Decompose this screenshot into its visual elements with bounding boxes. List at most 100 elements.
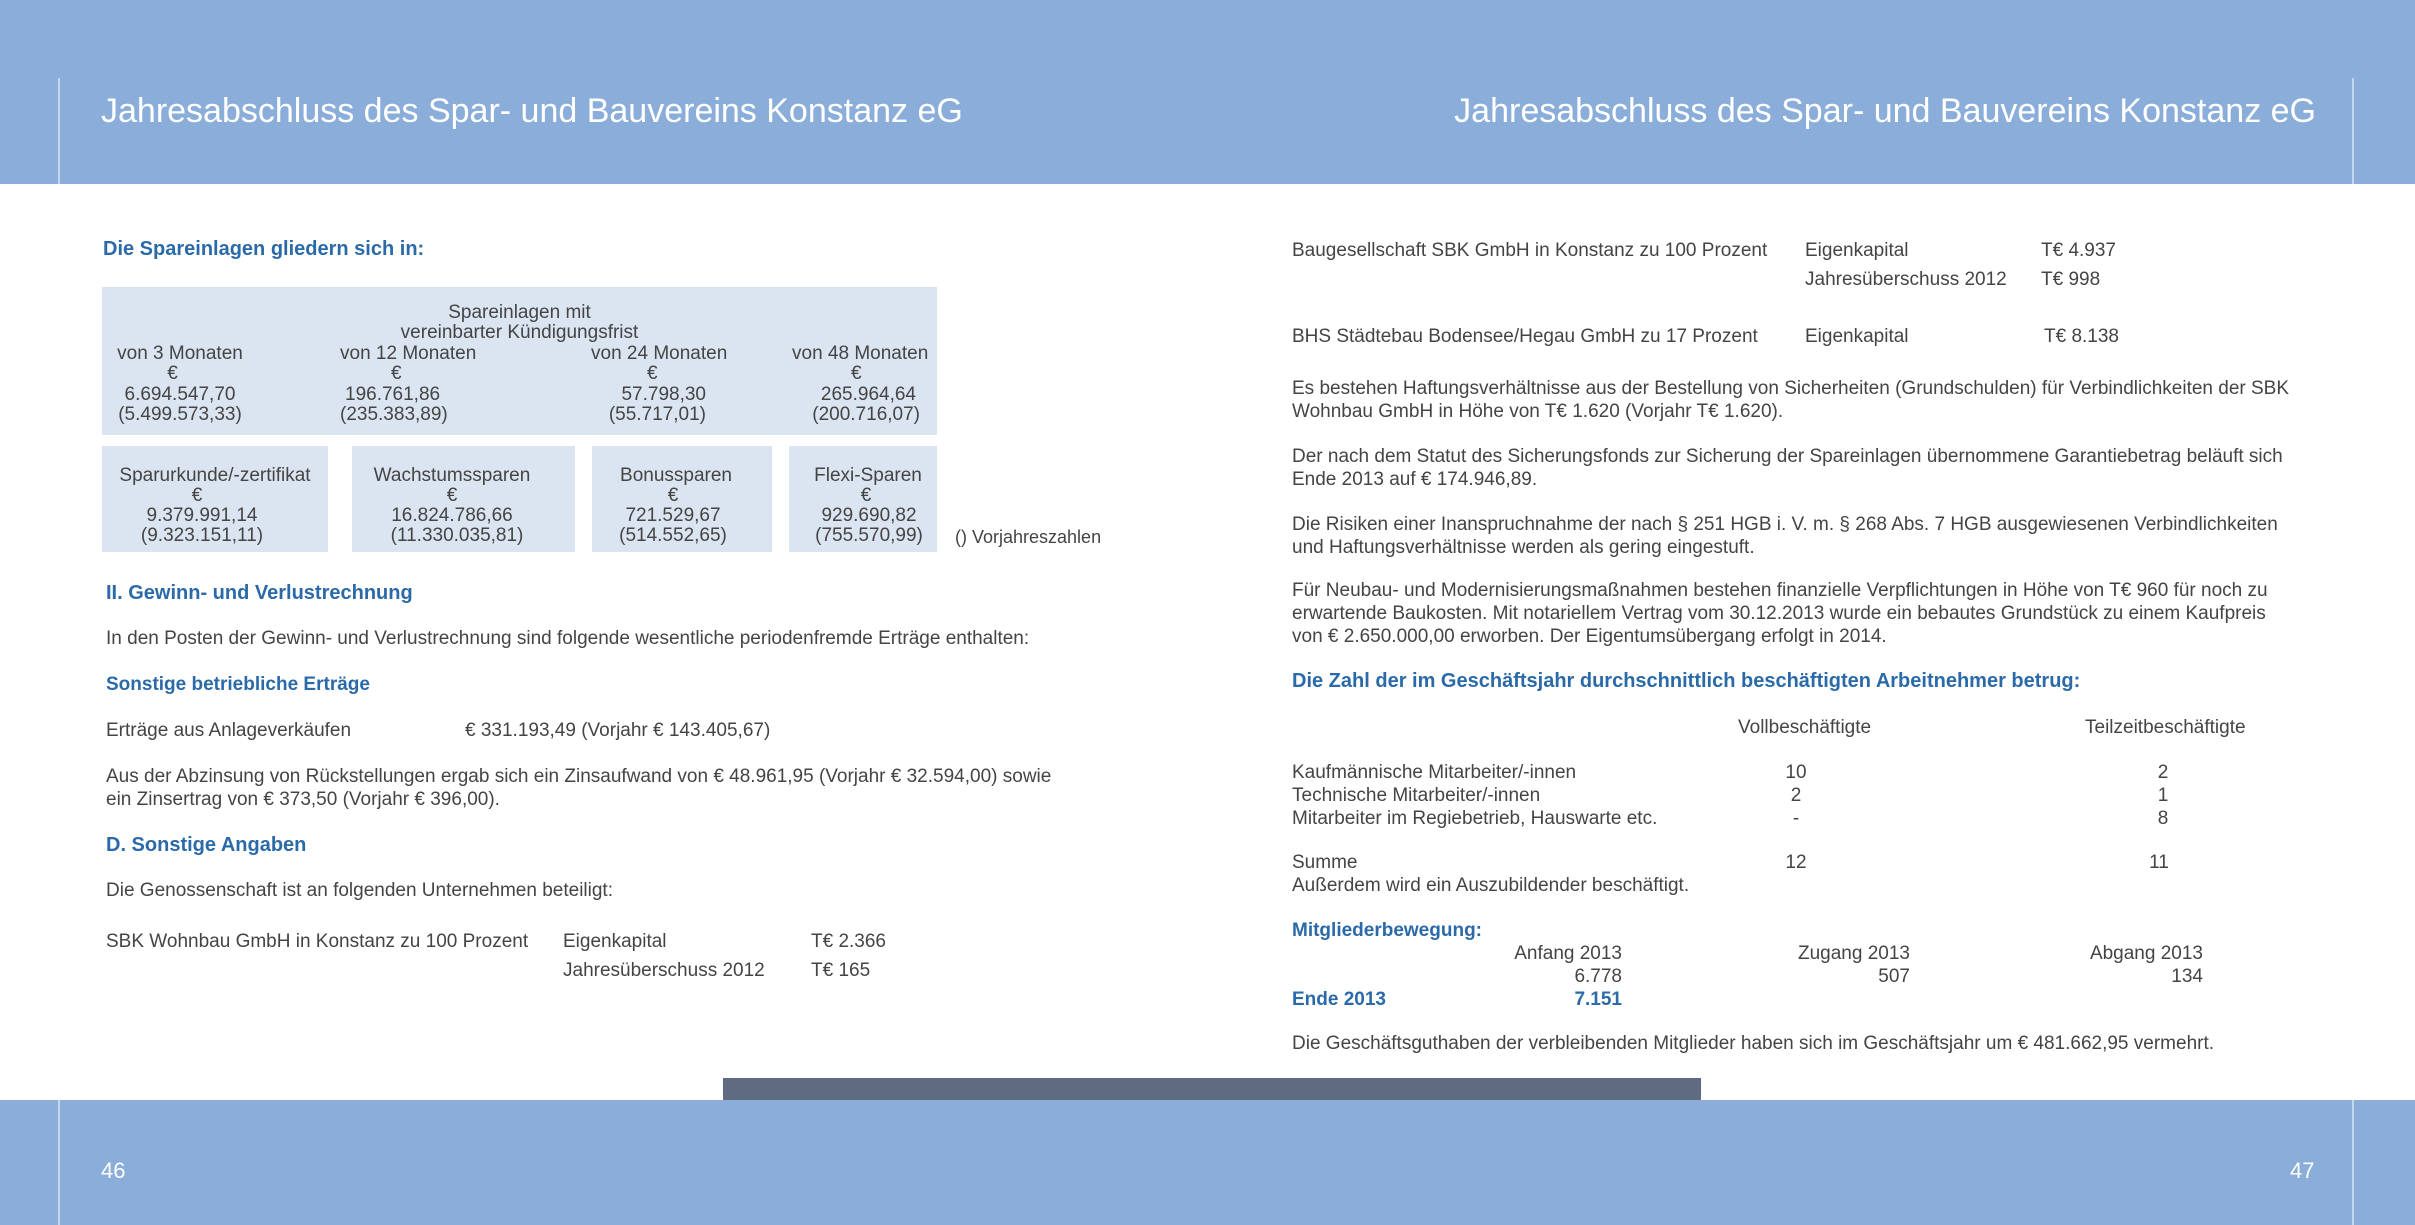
table1-col1-value: 6.694.547,70 xyxy=(124,384,236,405)
table2-item2-prior: (11.330.035,81) xyxy=(390,525,524,546)
header-rule-left xyxy=(58,78,60,184)
staff-header-full: Vollbeschäftigte xyxy=(1738,717,1872,738)
azubi-note: Außerdem wird ein Auszubildender beschäf… xyxy=(1292,875,1690,896)
table1-caption-line2: vereinbarter Kündigungsfrist xyxy=(400,322,639,343)
mitglieder-abgang-header: Abgang 2013 xyxy=(2089,943,2203,964)
footer-band xyxy=(0,1100,2415,1225)
spareinlagen-heading: Die Spareinlagen gliedern sich in: xyxy=(103,238,425,260)
table2-item1-prior: (9.323.151,11) xyxy=(140,525,264,546)
table1-col3-prior: (55.717,01) xyxy=(608,404,706,425)
header-title-left: Jahresabschluss des Spar- und Bauvereins… xyxy=(101,92,963,130)
staff-row2-part: 1 xyxy=(2157,785,2169,806)
table1-col1-prior: (5.499.573,33) xyxy=(118,404,242,425)
staff-row2-label: Technische Mitarbeiter/-innen xyxy=(1292,785,1541,806)
sbk-eigenkapital-value: T€ 2.366 xyxy=(811,931,886,952)
table1-col4-label: von 48 Monaten xyxy=(792,343,929,364)
baugesellschaft-name: Baugesellschaft SBK GmbH in Konstanz zu … xyxy=(1292,240,1768,261)
mitglieder-abgang-value: 134 xyxy=(2171,966,2203,987)
abzinsung-line1: Aus der Abzinsung von Rückstellungen erg… xyxy=(106,766,1052,787)
table2-item1-label: Sparurkunde/-zertifikat xyxy=(119,465,311,486)
mitglieder-ende-value: 7.151 xyxy=(1574,989,1622,1010)
table2-item3-prior: (514.552,65) xyxy=(619,525,727,546)
staff-row1-part: 2 xyxy=(2157,762,2169,783)
geschaeftsguthaben-note: Die Geschäftsguthaben der verbleibenden … xyxy=(1292,1033,2215,1054)
table2-item4-label: Flexi-Sparen xyxy=(814,465,922,486)
table1-col4-prior: (200.716,07) xyxy=(812,404,920,425)
haftung-line1: Es bestehen Haftungsverhältnisse aus der… xyxy=(1292,378,2290,399)
mitglieder-ende-label: Ende 2013 xyxy=(1292,989,1386,1010)
table2-item1-value: 9.379.991,14 xyxy=(146,505,258,526)
risiken-line1: Die Risiken einer Inanspruchnahme der na… xyxy=(1292,514,2278,535)
table2-item4-currency: € xyxy=(860,485,872,506)
bhs-name: BHS Städtebau Bodensee/Hegau GmbH zu 17 … xyxy=(1292,326,1758,347)
guv-intro: In den Posten der Gewinn- und Verlustrec… xyxy=(106,628,1030,649)
bhs-eigenkapital-value: T€ 8.138 xyxy=(2044,326,2119,347)
staff-header-part: Teilzeitbeschäftigte xyxy=(2085,717,2246,738)
garantie-line2: Ende 2013 auf € 174.946,89. xyxy=(1292,469,1538,490)
sonstige-ertraege-heading: Sonstige betriebliche Erträge xyxy=(106,674,370,695)
ertraege-value: € 331.193,49 (Vorjahr € 143.405,67) xyxy=(465,720,771,741)
footer-rule-left xyxy=(58,1100,60,1225)
baugesellschaft-jahresueberschuss-value: T€ 998 xyxy=(2041,269,2101,290)
baugesellschaft-eigenkapital-value: T€ 4.937 xyxy=(2041,240,2116,261)
staff-row1-full: 10 xyxy=(1785,762,1807,783)
arbeitnehmer-heading: Die Zahl der im Geschäftsjahr durchschni… xyxy=(1292,670,2081,692)
header-title-right: Jahresabschluss des Spar- und Bauvereins… xyxy=(1454,92,2316,130)
staff-row1-label: Kaufmännische Mitarbeiter/-innen xyxy=(1292,762,1577,783)
table1-col2-label: von 12 Monaten xyxy=(340,343,477,364)
table1-caption-line1: Spareinlagen mit xyxy=(448,302,591,323)
table1-col3-currency: € xyxy=(647,363,658,384)
baugesellschaft-eigenkapital-label: Eigenkapital xyxy=(1805,240,1909,261)
summe-part: 11 xyxy=(2149,852,2169,873)
page-number-left: 46 xyxy=(101,1158,126,1183)
abzinsung-line2: ein Zinsertrag von € 373,50 (Vorjahr € 3… xyxy=(106,789,500,810)
staff-row2-full: 2 xyxy=(1790,785,1802,806)
table2-item3-label: Bonussparen xyxy=(620,465,732,486)
prior-year-note: () Vorjahreszahlen xyxy=(955,527,1102,547)
sbk-jahresueberschuss-label: Jahresüberschuss 2012 xyxy=(563,960,765,981)
mitglieder-heading: Mitgliederbewegung: xyxy=(1292,920,1482,941)
table1-col2-currency: € xyxy=(391,363,402,384)
table1-col4-value: 265.964,64 xyxy=(820,384,916,405)
sbk-jahresueberschuss-value: T€ 165 xyxy=(811,960,871,981)
page-number-right: 47 xyxy=(2290,1158,2315,1183)
bhs-eigenkapital-label: Eigenkapital xyxy=(1805,326,1909,347)
guv-heading: II. Gewinn- und Verlustrechnung xyxy=(106,582,413,604)
summe-full: 12 xyxy=(1785,852,1807,873)
staff-row3-part: 8 xyxy=(2157,808,2169,829)
table2-item4-value: 929.690,82 xyxy=(821,505,917,526)
table1-col1-label: von 3 Monaten xyxy=(117,343,243,364)
table1-col4-currency: € xyxy=(851,363,862,384)
table2-item3-value: 721.529,67 xyxy=(625,505,721,526)
sbk-eigenkapital-label: Eigenkapital xyxy=(563,931,667,952)
haftung-line2: Wohnbau GmbH in Höhe von T€ 1.620 (Vorja… xyxy=(1292,401,1784,422)
verpflichtungen-line2: erwartende Baukosten. Mit notariellem Ve… xyxy=(1292,603,2266,624)
mitglieder-anfang-value: 6.778 xyxy=(1574,966,1622,987)
table1-col2-prior: (235.383,89) xyxy=(340,404,448,425)
verpflichtungen-line1: Für Neubau- und Modernisierungsmaßnahmen… xyxy=(1292,580,2268,601)
mitglieder-zugang-value: 507 xyxy=(1878,966,1910,987)
verpflichtungen-line3: von € 2.650.000,00 erworben. Der Eigentu… xyxy=(1292,626,1887,647)
garantie-line1: Der nach dem Statut des Sicherungsfonds … xyxy=(1292,446,2283,467)
footer-rule-right xyxy=(2352,1100,2354,1225)
baugesellschaft-jahresueberschuss-label: Jahresüberschuss 2012 xyxy=(1805,269,2007,290)
ertraege-label: Erträge aus Anlageverkäufen xyxy=(106,720,352,741)
sbk-name: SBK Wohnbau GmbH in Konstanz zu 100 Proz… xyxy=(106,931,529,952)
staff-row3-label: Mitarbeiter im Regiebetrieb, Hauswarte e… xyxy=(1292,808,1658,829)
table2-item3-currency: € xyxy=(667,485,679,506)
table1-col2-value: 196.761,86 xyxy=(345,384,441,405)
table1-col3-label: von 24 Monaten xyxy=(591,343,728,364)
mitglieder-anfang-header: Anfang 2013 xyxy=(1514,943,1622,964)
sonstige-angaben-heading: D. Sonstige Angaben xyxy=(106,834,307,856)
table2-item2-label: Wachstumssparen xyxy=(373,465,531,486)
center-bar xyxy=(723,1078,1701,1100)
table2-item4-prior: (755.570,99) xyxy=(815,525,923,546)
table2-item1-currency: € xyxy=(191,485,203,506)
beteiligt-intro: Die Genossenschaft ist an folgenden Unte… xyxy=(106,880,613,901)
table1-col1-currency: € xyxy=(167,363,178,384)
table1-col3-value: 57.798,30 xyxy=(621,384,706,405)
staff-row3-full: - xyxy=(1792,808,1800,829)
table2-item2-currency: € xyxy=(446,485,458,506)
risiken-line2: und Haftungsverhältnisse werden als geri… xyxy=(1292,537,1755,558)
table2-item2-value: 16.824.786,66 xyxy=(391,505,513,526)
